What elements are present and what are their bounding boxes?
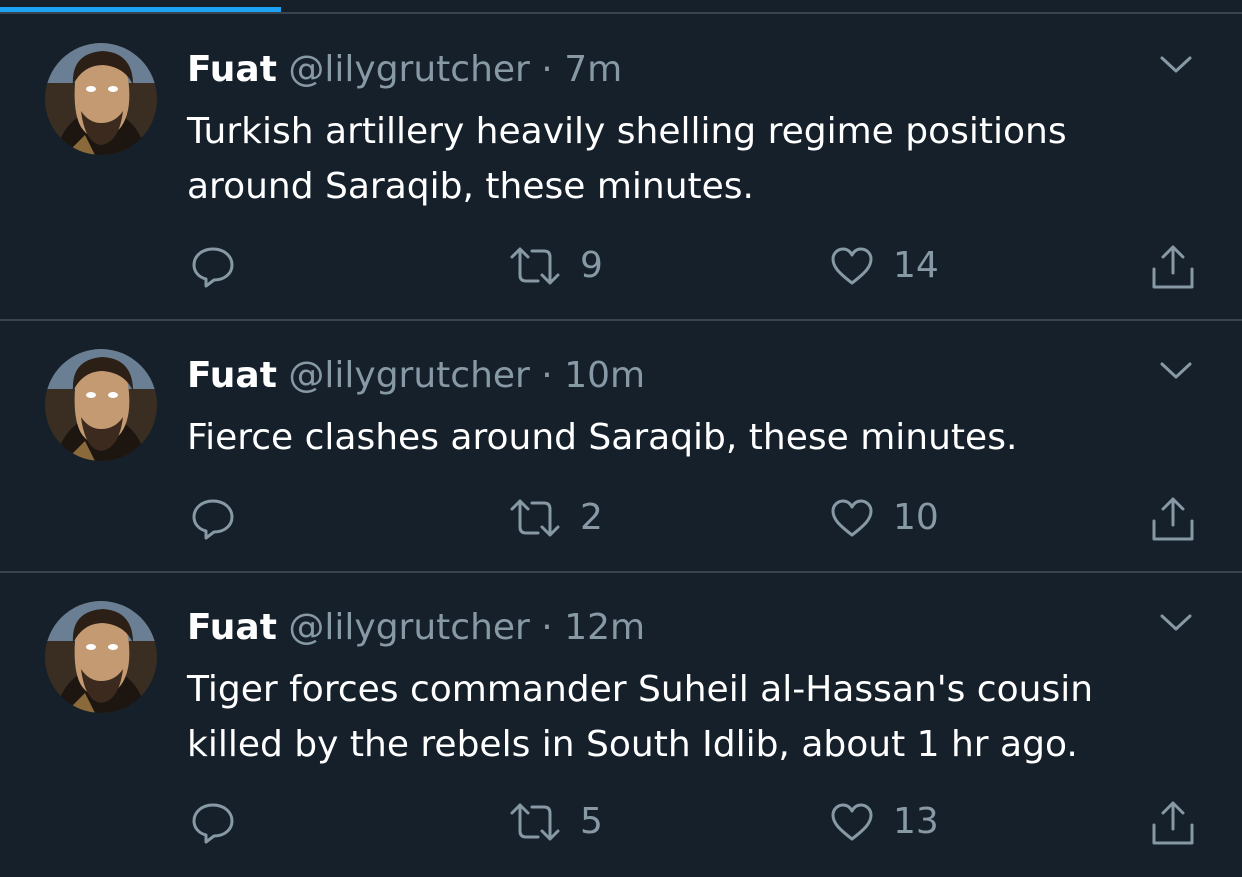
share-icon <box>1152 245 1194 289</box>
tweet-divider <box>0 319 1242 321</box>
tweet-time[interactable]: 12m <box>564 607 645 648</box>
like-button[interactable]: 14 <box>829 245 939 287</box>
author-handle[interactable]: @lilygrutcher <box>288 49 529 90</box>
like-count: 14 <box>893 245 939 286</box>
retweet-button[interactable]: 9 <box>508 245 603 287</box>
avatar[interactable] <box>45 349 157 461</box>
chevron-down-icon[interactable] <box>1158 610 1194 634</box>
retweet-icon <box>510 803 560 841</box>
tweet-header: Fuat @lilygrutcher · 7m <box>187 48 622 92</box>
chevron-down-icon[interactable] <box>1158 358 1194 382</box>
like-icon <box>831 499 873 537</box>
share-button[interactable] <box>1150 799 1196 847</box>
reply-button[interactable] <box>190 801 236 845</box>
tweet-text: Tiger forces commander Suheil al-Hassan'… <box>187 669 1094 765</box>
tweet-text: Turkish artillery heavily shelling regim… <box>187 111 1067 207</box>
author-name[interactable]: Fuat <box>187 49 277 90</box>
like-button[interactable]: 10 <box>829 497 939 539</box>
like-count: 10 <box>893 497 939 538</box>
meta-separator: · <box>529 355 565 396</box>
share-button[interactable] <box>1150 495 1196 543</box>
tweet-item[interactable]: Fuat @lilygrutcher · 10m Fierce clashes … <box>0 322 1242 572</box>
avatar-image <box>45 349 157 461</box>
tweet-header: Fuat @lilygrutcher · 10m <box>187 354 645 398</box>
avatar-image <box>45 43 157 155</box>
retweet-count: 2 <box>580 497 603 538</box>
meta-separator: · <box>529 49 565 90</box>
tweet-item[interactable]: Fuat @lilygrutcher · 7m Turkish artiller… <box>0 0 1242 322</box>
tweet-item[interactable]: Fuat @lilygrutcher · 12m Tiger forces co… <box>0 573 1242 877</box>
share-icon <box>1152 801 1194 845</box>
reply-icon <box>192 247 234 288</box>
meta-separator: · <box>529 607 565 648</box>
like-icon <box>831 803 873 841</box>
chevron-down-icon[interactable] <box>1158 52 1194 76</box>
author-name[interactable]: Fuat <box>187 607 277 648</box>
retweet-count: 9 <box>580 245 603 286</box>
tweet-text: Fierce clashes around Saraqib, these min… <box>187 417 1018 458</box>
author-name[interactable]: Fuat <box>187 355 277 396</box>
like-count: 13 <box>893 801 939 842</box>
retweet-icon <box>510 499 560 537</box>
like-button[interactable]: 13 <box>829 801 939 843</box>
tweet-time[interactable]: 7m <box>564 49 622 90</box>
reply-icon <box>192 803 234 844</box>
retweet-button[interactable]: 5 <box>508 801 603 843</box>
avatar-image <box>45 601 157 713</box>
reply-icon <box>192 499 234 540</box>
retweet-button[interactable]: 2 <box>508 497 603 539</box>
like-icon <box>831 247 873 285</box>
share-button[interactable] <box>1150 243 1196 291</box>
author-handle[interactable]: @lilygrutcher <box>288 607 529 648</box>
retweet-icon <box>510 247 560 285</box>
reply-button[interactable] <box>190 497 236 541</box>
avatar[interactable] <box>45 43 157 155</box>
avatar[interactable] <box>45 601 157 713</box>
tweet-header: Fuat @lilygrutcher · 12m <box>187 606 645 650</box>
author-handle[interactable]: @lilygrutcher <box>288 355 529 396</box>
reply-button[interactable] <box>190 245 236 289</box>
share-icon <box>1152 497 1194 541</box>
retweet-count: 5 <box>580 801 603 842</box>
tweet-time[interactable]: 10m <box>564 355 645 396</box>
